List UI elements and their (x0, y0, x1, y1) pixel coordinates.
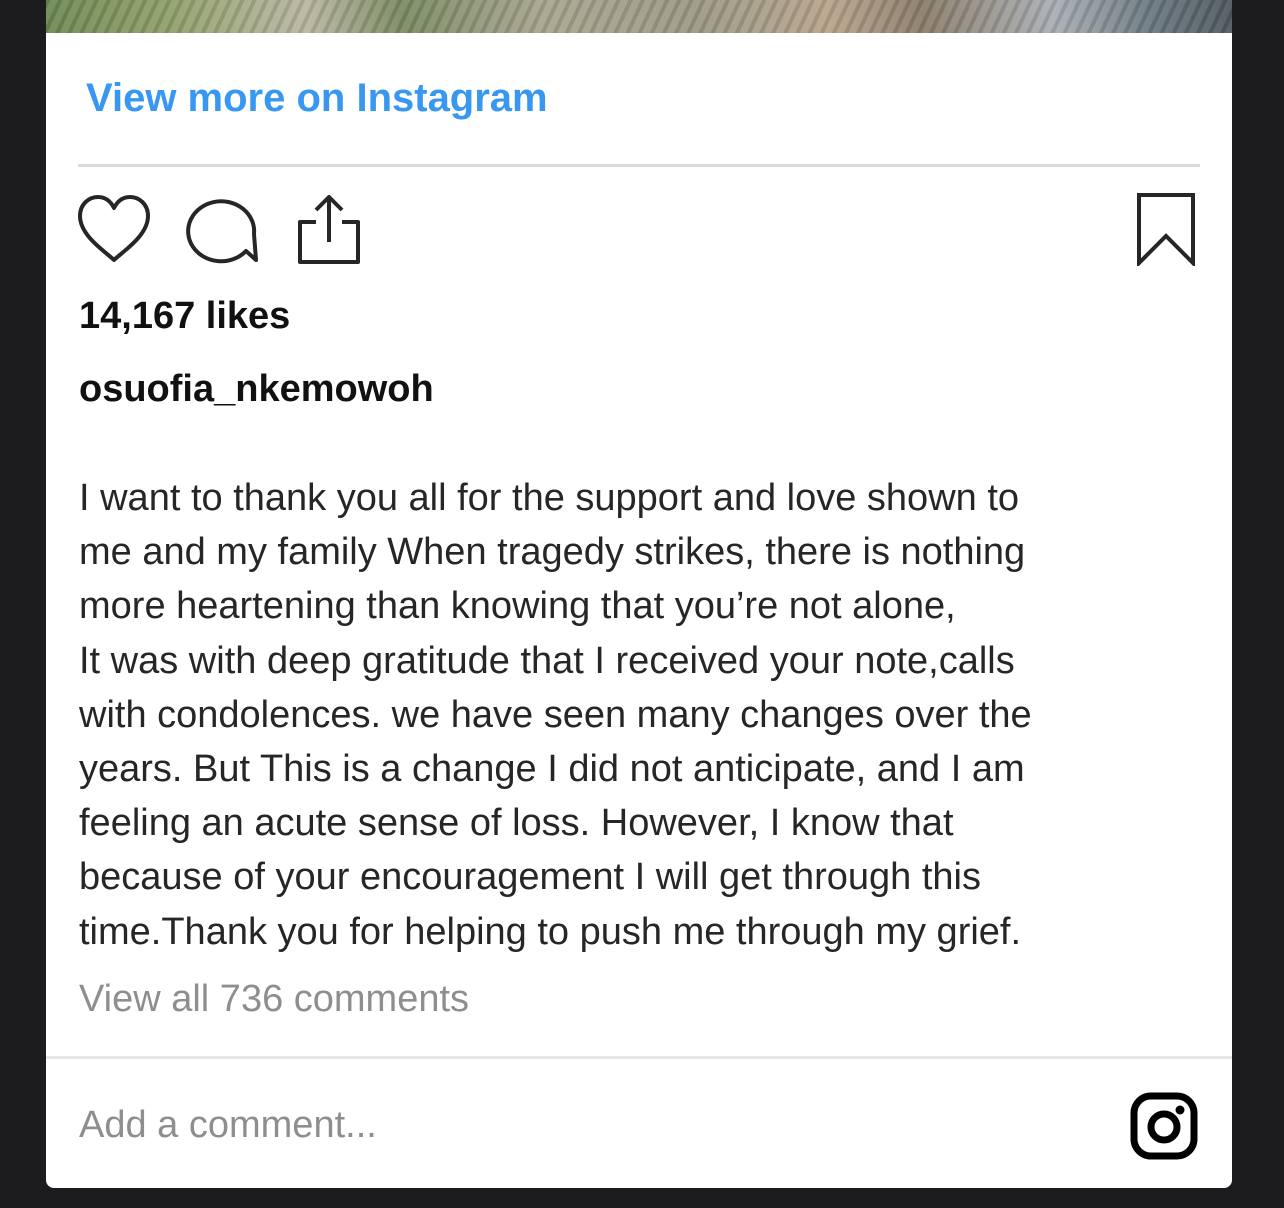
share-icon (298, 195, 360, 264)
heart-icon (78, 195, 150, 262)
like-button[interactable] (76, 194, 152, 266)
view-all-comments-link[interactable]: View all 736 comments (79, 978, 469, 1021)
comment-button[interactable] (184, 194, 260, 266)
caption-line: It was with deep gratitude that I receiv… (79, 639, 1015, 682)
comment-bubble-icon (186, 199, 258, 264)
bookmark-icon (1137, 193, 1195, 268)
caption-line: time.Thank you for helping to push me th… (79, 910, 1022, 953)
instagram-logo-icon (1130, 1092, 1198, 1160)
save-button[interactable] (1136, 192, 1196, 268)
caption-line: I want to thank you all for the support … (79, 477, 1020, 519)
post-caption: I want to thank you all for the support … (79, 471, 1199, 959)
divider (46, 1056, 1232, 1059)
instagram-logo-button[interactable] (1130, 1092, 1198, 1160)
caption-line: me and my family When tragedy strikes, t… (79, 531, 1026, 574)
instagram-embed-card: View more on Instagram 14,167 likes osuo… (46, 0, 1232, 1188)
view-more-link[interactable]: View more on Instagram (86, 76, 548, 121)
caption-line: with condolences. we have seen many chan… (79, 693, 1032, 736)
post-photo[interactable] (46, 0, 1232, 33)
caption-line: more heartening than knowing that you’re… (79, 585, 956, 628)
likes-count[interactable]: 14,167 likes (79, 295, 290, 338)
caption-line: because of your encouragement I will get… (79, 856, 981, 899)
caption-line: feeling an acute sense of loss. However,… (79, 802, 954, 845)
post-username[interactable]: osuofia_nkemowoh (79, 368, 434, 411)
share-button[interactable] (294, 192, 364, 266)
caption-line: years. But This is a change I did not an… (79, 748, 1025, 791)
add-comment-input[interactable] (79, 1095, 1079, 1155)
divider (78, 164, 1200, 167)
